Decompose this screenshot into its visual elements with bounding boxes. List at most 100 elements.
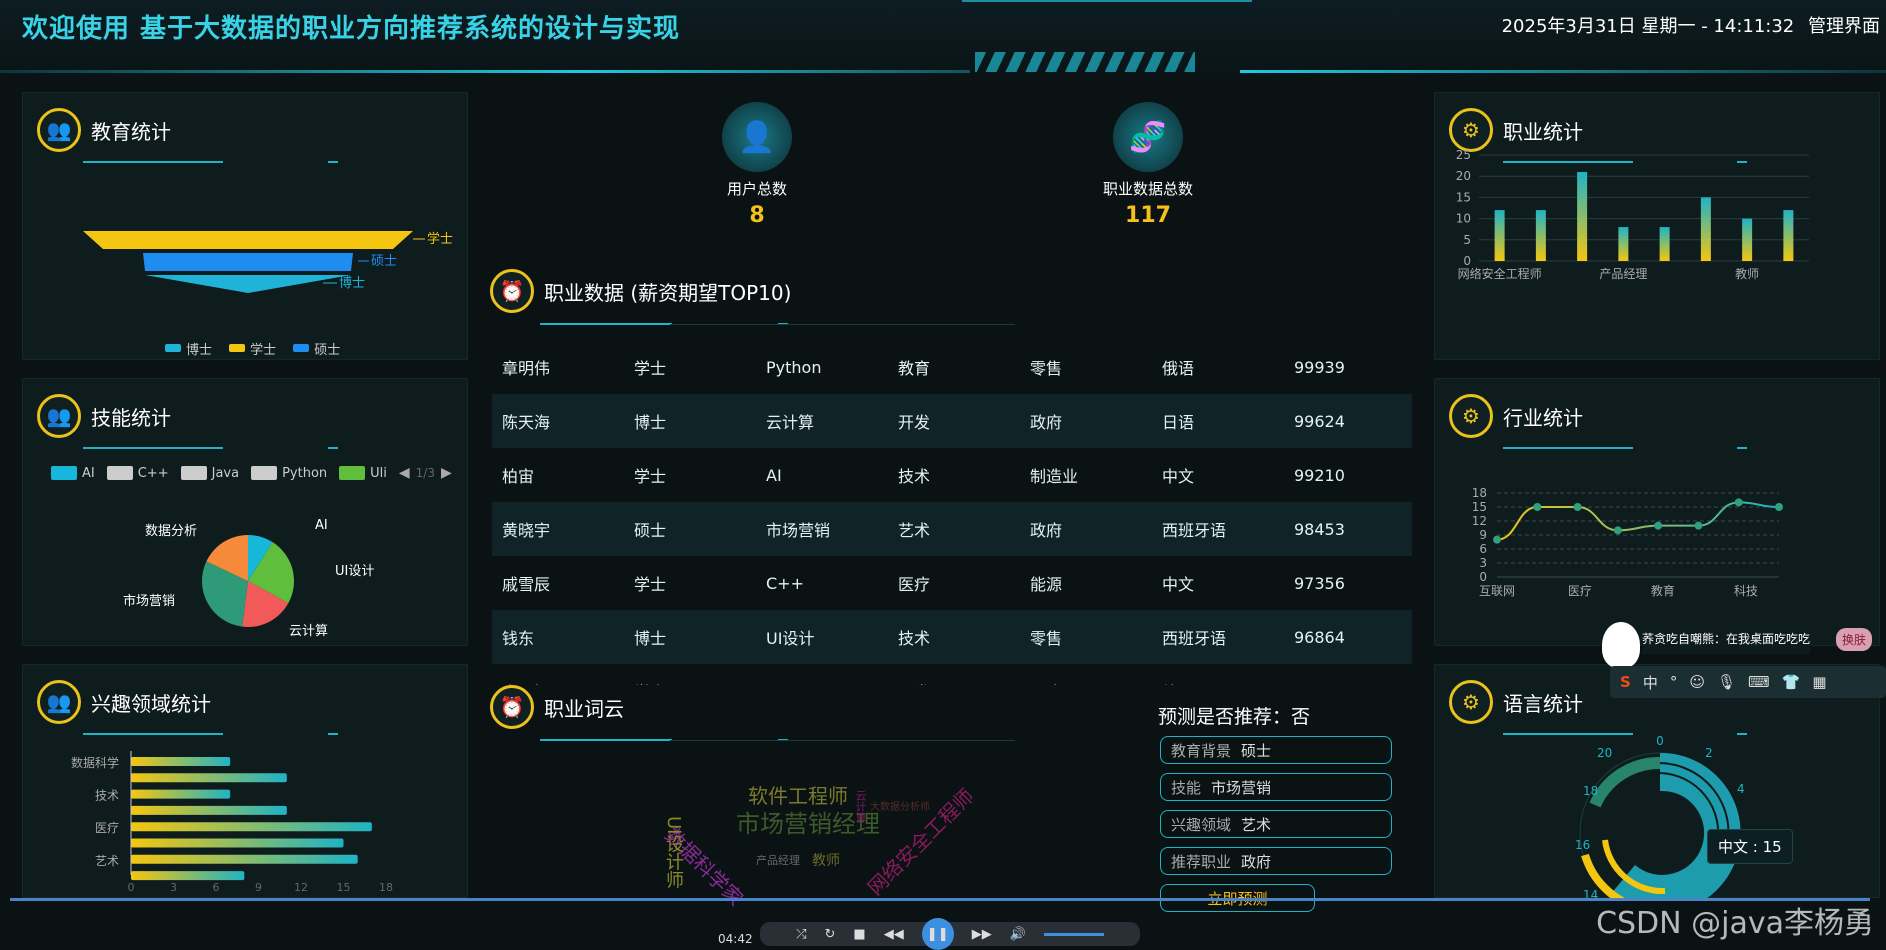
ime-chip[interactable]: 荞贪吃自嘲熊：在我桌面吃吃吃 bbox=[1642, 630, 1811, 654]
repeat-icon[interactable]: ↻ bbox=[825, 927, 836, 942]
grid-icon[interactable]: ▦ bbox=[1812, 673, 1826, 691]
table-cell: 技术 bbox=[898, 467, 931, 486]
job-bar[interactable] bbox=[1535, 210, 1546, 261]
x-tick: 互联网 bbox=[1479, 584, 1515, 598]
y-tick: 6 bbox=[1479, 542, 1487, 556]
recommend-job-field[interactable]: 推荐职业 政府 bbox=[1160, 847, 1392, 875]
y-tick: 技术 bbox=[95, 789, 119, 803]
underline bbox=[540, 323, 672, 325]
table-cell: 西班牙语 bbox=[1162, 521, 1227, 540]
interest-bar[interactable] bbox=[131, 854, 358, 864]
job-bar[interactable] bbox=[1659, 227, 1670, 261]
y-tick: 25 bbox=[1456, 148, 1471, 162]
y-tick: 15 bbox=[1472, 500, 1487, 514]
interest-field[interactable]: 兴趣领域 艺术 bbox=[1160, 810, 1392, 838]
job-table: 章明伟 学士 Python 教育 零售 俄语 99939 陈天海 博士 云计算 开发 政府 日语 9962… bbox=[492, 340, 1412, 685]
line-point[interactable] bbox=[1694, 521, 1703, 530]
header-stripes bbox=[975, 52, 1195, 72]
job-bar[interactable] bbox=[1618, 227, 1629, 261]
cloud-word: 云计算 bbox=[854, 790, 867, 823]
interest-bar[interactable] bbox=[131, 838, 344, 848]
punct-icon[interactable]: ° bbox=[1670, 673, 1678, 691]
polar-center bbox=[1638, 811, 1682, 855]
interest-bar[interactable] bbox=[131, 789, 231, 799]
legend-item[interactable]: 博士 bbox=[165, 339, 212, 358]
job-bar[interactable] bbox=[1577, 171, 1588, 261]
interest-bar[interactable] bbox=[131, 871, 245, 881]
line-point[interactable] bbox=[1654, 521, 1663, 530]
x-tick: 0 bbox=[128, 881, 135, 894]
cloud-word: 大数据分析师 bbox=[870, 802, 930, 813]
interest-bar-chart: 数据科学技术医疗艺术 0 3 6 9 12 15 18 bbox=[71, 751, 393, 894]
polar-tick: 18 bbox=[1583, 784, 1598, 798]
table-cell: 市场营销 bbox=[766, 521, 831, 540]
line-point[interactable] bbox=[1493, 535, 1501, 544]
pie-label: UI设计 bbox=[335, 564, 374, 579]
table-cell: 日语 bbox=[1162, 413, 1195, 432]
legend-item[interactable]: 硕士 bbox=[293, 339, 340, 358]
skin-button[interactable]: 换肤 bbox=[1836, 628, 1873, 651]
table-row: 陈天海 博士 云计算 开发 政府 日语 99624 bbox=[492, 394, 1412, 448]
job-bar[interactable] bbox=[1700, 197, 1711, 261]
funnel-phd bbox=[145, 275, 351, 293]
word-cloud: 软件工程师 市场营销经理 数据科学家 网络安全工程师 UI设计师 产品经理 教师… bbox=[630, 780, 1010, 911]
interest-bar[interactable] bbox=[131, 822, 372, 832]
y-tick: 10 bbox=[1456, 212, 1471, 226]
interest-bar[interactable] bbox=[131, 757, 231, 766]
job-bar[interactable] bbox=[1783, 210, 1794, 261]
line-point[interactable] bbox=[1533, 503, 1542, 511]
volume-slider[interactable] bbox=[1043, 932, 1104, 936]
x-tick: 产品经理 bbox=[1599, 267, 1647, 281]
polar-tick: 4 bbox=[1737, 782, 1745, 796]
ime-mode[interactable]: 中 bbox=[1643, 672, 1658, 693]
progress-bar[interactable] bbox=[10, 898, 1870, 901]
line-point[interactable] bbox=[1613, 526, 1622, 535]
pause-icon[interactable]: ❚❚ bbox=[921, 918, 954, 950]
line-point[interactable] bbox=[1573, 503, 1582, 511]
sogou-icon[interactable]: S bbox=[1620, 673, 1631, 691]
interest-bar[interactable] bbox=[131, 773, 287, 783]
skills-panel: 👥 技能统计 AI C++ Java Python Uli ◀ 1/3 ▶ AI… bbox=[22, 378, 468, 646]
line-point[interactable] bbox=[1775, 503, 1783, 511]
table-cell: 开发 bbox=[898, 413, 931, 432]
x-tick: 教育 bbox=[1651, 583, 1675, 598]
pie-label: AI bbox=[315, 518, 328, 533]
skill-field[interactable]: 技能 市场营销 bbox=[1160, 773, 1392, 801]
table-cell: AI bbox=[766, 465, 782, 485]
x-tick: 18 bbox=[379, 881, 393, 894]
job-bar[interactable] bbox=[1742, 218, 1753, 261]
polar-tooltip: 中文 : 15 bbox=[1707, 829, 1793, 864]
header-line-left bbox=[0, 70, 970, 73]
industry-panel: ⚙ 行业统计 0 3 6 9 12 15 18 互联网 医疗 教育 科技 bbox=[1434, 378, 1880, 646]
job-bar[interactable] bbox=[1494, 210, 1505, 261]
funnel-label-master: 硕士 bbox=[371, 254, 397, 269]
x-tick: 15 bbox=[337, 881, 351, 894]
polar-tick: 20 bbox=[1597, 746, 1612, 760]
keyboard-icon[interactable]: ⌨ bbox=[1748, 673, 1770, 691]
divider bbox=[670, 324, 1015, 325]
legend-item[interactable]: 学士 bbox=[229, 339, 276, 358]
interest-bar[interactable] bbox=[131, 805, 287, 815]
industry-line-chart: 0369121518 互联网 医疗 教育 科技 bbox=[1472, 486, 1783, 598]
emoji-icon[interactable]: ☺ bbox=[1689, 673, 1705, 691]
polar-tick: 2 bbox=[1705, 746, 1713, 760]
skills-pie-chart: AI UI设计云计算 市场营销 数据分析 bbox=[123, 518, 374, 639]
admin-link[interactable]: 管理界面 bbox=[1808, 16, 1880, 37]
table-cell: 制造业 bbox=[1030, 467, 1079, 486]
rewind-icon[interactable]: ◀◀ bbox=[884, 927, 904, 942]
shuffle-icon[interactable]: ⤮ bbox=[796, 927, 806, 942]
funnel-master bbox=[143, 253, 353, 271]
skin-icon[interactable]: 👕 bbox=[1782, 673, 1801, 691]
mascot-icon bbox=[1602, 622, 1640, 668]
education-field[interactable]: 教育背景 硕士 bbox=[1160, 736, 1392, 764]
volume-icon[interactable]: 🔊 bbox=[1010, 927, 1026, 942]
table-cell: 章明伟 bbox=[502, 359, 551, 378]
table-row: 钱东 博士 UI设计 技术 零售 西班牙语 96864 bbox=[492, 610, 1412, 664]
line-point[interactable] bbox=[1734, 498, 1743, 507]
forward-icon[interactable]: ▶▶ bbox=[972, 927, 992, 942]
stop-icon[interactable]: ■ bbox=[853, 927, 865, 942]
table-cell: 艺术 bbox=[898, 521, 931, 540]
education-funnel-chart: 学士 硕士 博士 bbox=[83, 231, 453, 293]
dna-icon: 🧬 bbox=[1113, 102, 1183, 172]
mic-icon[interactable]: 🎙 bbox=[1717, 673, 1736, 691]
